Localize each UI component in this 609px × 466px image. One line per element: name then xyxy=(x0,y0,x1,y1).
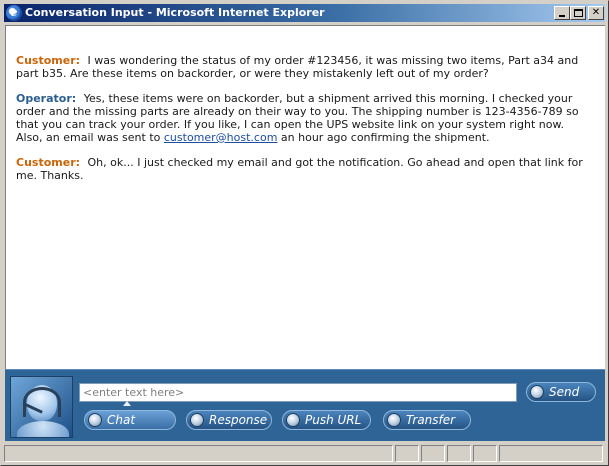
response-radio-icon xyxy=(190,413,204,427)
push-url-radio-icon xyxy=(286,413,300,427)
response-mode-button[interactable]: Response xyxy=(186,410,272,430)
operator-avatar xyxy=(10,376,73,438)
push-url-button[interactable]: Push URL xyxy=(282,410,371,430)
push-url-label: Push URL xyxy=(305,413,362,427)
message-operator-1: Operator: Yes, these items were on backo… xyxy=(16,92,586,144)
close-button[interactable]: ✕ xyxy=(588,6,604,20)
message-customer-2: Customer: Oh, ok... I just checked my em… xyxy=(16,156,586,182)
message-text: I was wondering the status of my order #… xyxy=(16,54,579,80)
transfer-button[interactable]: Transfer xyxy=(383,410,471,430)
status-main-cell xyxy=(4,445,393,462)
chat-label: Chat xyxy=(107,413,136,427)
speaker-label: Operator: xyxy=(16,92,77,105)
close-icon: ✕ xyxy=(591,7,601,18)
status-cell xyxy=(395,445,419,462)
response-label: Response xyxy=(209,413,268,427)
message-customer-1: Customer: I was wondering the status of … xyxy=(16,54,586,80)
active-mode-pointer-icon xyxy=(123,401,131,406)
send-radio-icon xyxy=(530,385,544,399)
maximize-icon xyxy=(574,9,583,17)
avatar-body xyxy=(17,421,69,437)
speaker-label: Customer: xyxy=(16,54,81,67)
message-text: Oh, ok... I just checked my email and go… xyxy=(16,156,583,182)
chat-mode-button[interactable]: Chat xyxy=(84,410,176,430)
internet-explorer-icon: e xyxy=(6,5,22,21)
transfer-label: Transfer xyxy=(406,413,456,427)
conversation-transcript: Customer: I was wondering the status of … xyxy=(16,54,586,194)
chat-control-panel: <enter text here> Send Chat Response Pus… xyxy=(5,369,605,441)
status-cell xyxy=(421,445,445,462)
title-bar[interactable]: e Conversation Input - Microsoft Interne… xyxy=(4,4,605,22)
message-text-end: an hour ago confirming the shipment. xyxy=(277,131,490,144)
window-title: Conversation Input - Microsoft Internet … xyxy=(25,6,325,19)
conversation-pane[interactable]: Customer: I was wondering the status of … xyxy=(5,25,605,369)
browser-window: e Conversation Input - Microsoft Interne… xyxy=(0,0,609,466)
status-bar xyxy=(4,443,605,463)
minimize-icon xyxy=(559,15,565,17)
status-cell xyxy=(447,445,471,462)
speaker-label: Customer: xyxy=(16,156,81,169)
status-zone-cell xyxy=(499,445,603,462)
transfer-radio-icon xyxy=(387,413,401,427)
send-label: Send xyxy=(549,385,580,399)
message-input[interactable]: <enter text here> xyxy=(79,383,517,402)
email-link[interactable]: customer@host.com xyxy=(164,131,278,144)
send-button[interactable]: Send xyxy=(526,382,596,402)
minimize-button[interactable] xyxy=(554,6,570,20)
status-cell xyxy=(473,445,497,462)
chat-radio-icon xyxy=(88,413,102,427)
maximize-button[interactable] xyxy=(570,6,586,20)
